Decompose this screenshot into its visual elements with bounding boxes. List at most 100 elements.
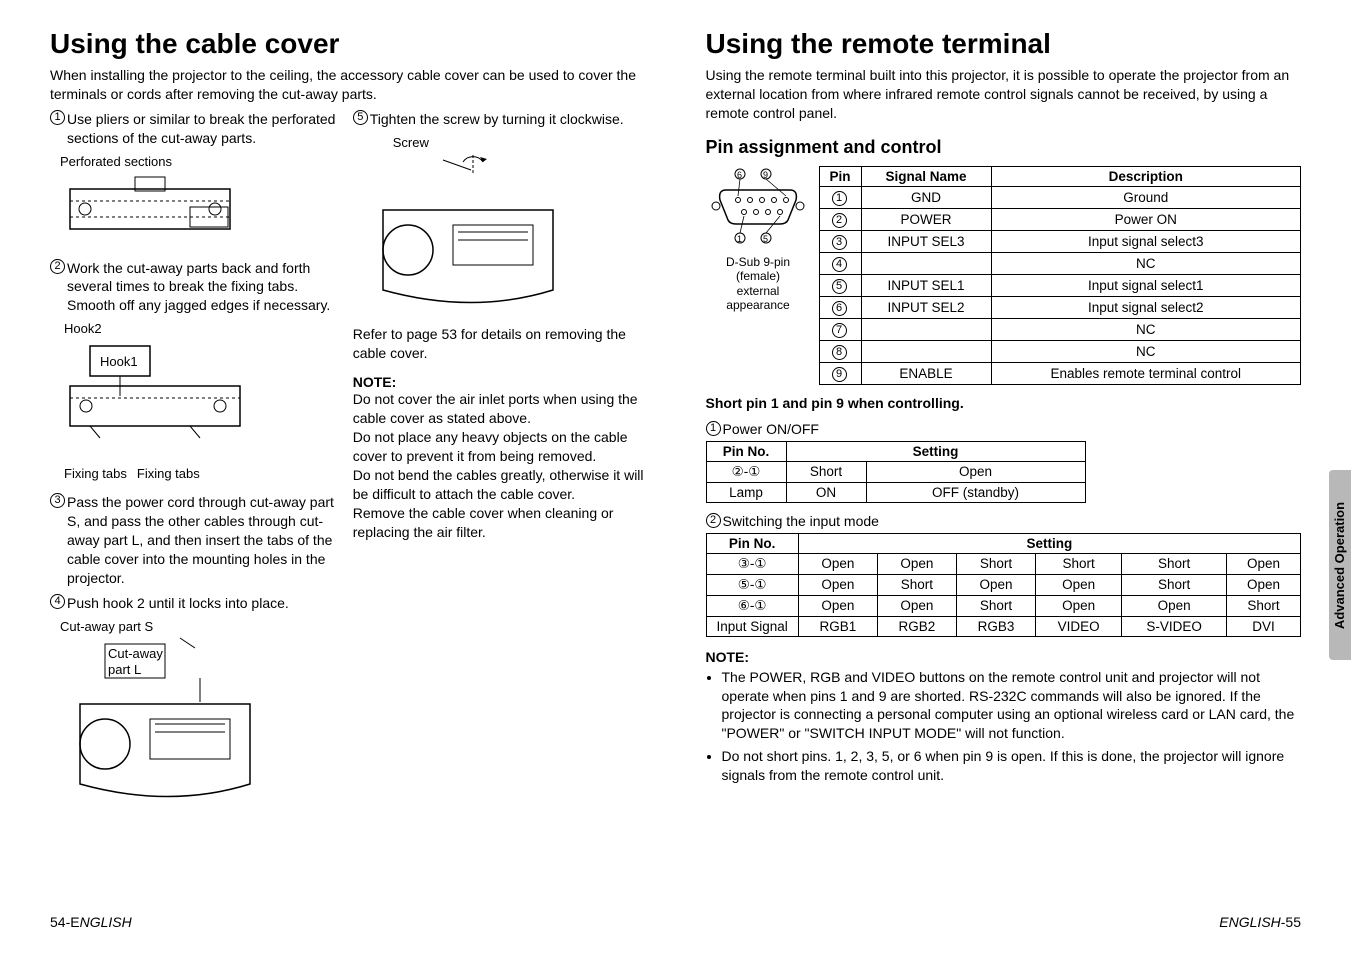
- connector-label1: D-Sub 9-pin (female): [706, 255, 811, 284]
- pw-r1c0: Lamp: [706, 482, 786, 502]
- ref-text: Refer to page 53 for details on removing…: [353, 325, 646, 363]
- figure-projector-bottom: Cut-away part L: [50, 634, 343, 809]
- in-r2c4: Open: [1036, 595, 1122, 616]
- pin-5-name: INPUT SEL1: [861, 274, 991, 296]
- pin-6-icon: 6: [832, 301, 847, 316]
- short-pin-note: Short pin 1 and pin 9 when controlling.: [706, 395, 1302, 411]
- pw-r0c0: ②-①: [706, 461, 786, 482]
- in-r0c0: ③-①: [706, 553, 798, 574]
- sub1-num-icon: 1: [706, 421, 721, 436]
- pin-2-desc: Power ON: [991, 208, 1301, 230]
- in-r1c1: Open: [798, 574, 877, 595]
- right-intro: Using the remote terminal built into thi…: [706, 66, 1302, 123]
- step-3-text: Pass the power cord through cut-away par…: [67, 493, 343, 587]
- footer-left: 54-ENGLISH: [50, 914, 132, 930]
- pin-th-1: Signal Name: [861, 166, 991, 186]
- step-4-text: Push hook 2 until it locks into place.: [67, 594, 343, 613]
- step-2-text: Work the cut-away parts back and forth s…: [67, 259, 343, 316]
- circle-3-icon: 3: [50, 493, 65, 508]
- power-table: Pin No. Setting ②-① Short Open Lamp ON O…: [706, 441, 1086, 503]
- pin-5-icon: 5: [832, 279, 847, 294]
- in-r2c3: Short: [956, 595, 1035, 616]
- pin-5-desc: Input signal select1: [991, 274, 1301, 296]
- in-r2c5: Open: [1122, 595, 1227, 616]
- caption-screw: Screw: [393, 135, 646, 150]
- step-5: 5 Tighten the screw by turning it clockw…: [353, 110, 646, 129]
- svg-text:5: 5: [763, 234, 768, 244]
- circle-5-icon: 5: [353, 110, 368, 125]
- caption-fixingtabs1: Fixing tabs: [64, 466, 127, 481]
- h2-pin: Pin assignment and control: [706, 137, 1302, 158]
- pin-th-2: Description: [991, 166, 1301, 186]
- pin-1-desc: Ground: [991, 186, 1301, 208]
- side-tab-text: Advanced Operation: [1333, 501, 1348, 628]
- in-r1c2: Short: [877, 574, 956, 595]
- left-note-head: NOTE:: [353, 374, 646, 390]
- pin-8-desc: NC: [991, 340, 1301, 362]
- pin-7-name: [861, 318, 991, 340]
- pw-r0c2: Open: [866, 461, 1085, 482]
- svg-text:Hook1: Hook1: [100, 354, 138, 369]
- figure-hooks: Hook1: [50, 336, 343, 466]
- step-3: 3 Pass the power cord through cut-away p…: [50, 493, 343, 587]
- in-r1c4: Open: [1036, 574, 1122, 595]
- in-r3c2: RGB2: [877, 616, 956, 636]
- in-r1c5: Short: [1122, 574, 1227, 595]
- caption-hook2: Hook2: [64, 321, 343, 336]
- caption-cutaway-s: Cut-away part S: [60, 619, 343, 634]
- step-4: 4 Push hook 2 until it locks into place.: [50, 594, 343, 613]
- svg-text:1: 1: [737, 234, 742, 244]
- right-note-head: NOTE:: [706, 649, 1302, 665]
- sub2-label: 2 Switching the input mode: [706, 513, 1302, 529]
- circle-2-icon: 2: [50, 259, 65, 274]
- right-note-bullets: The POWER, RGB and VIDEO buttons on the …: [706, 668, 1302, 785]
- pin-4-icon: 4: [832, 257, 847, 272]
- in-r0c2: Open: [877, 553, 956, 574]
- caption-perforated: Perforated sections: [60, 154, 343, 169]
- sub2-num-icon: 2: [706, 513, 721, 528]
- left-note-2: Do not place any heavy objects on the ca…: [353, 428, 646, 466]
- left-note-1: Do not cover the air inlet ports when us…: [353, 390, 646, 428]
- left-title: Using the cable cover: [50, 28, 646, 60]
- in-r3c1: RGB1: [798, 616, 877, 636]
- pin-9-name: ENABLE: [861, 362, 991, 384]
- pin-7-icon: 7: [832, 323, 847, 338]
- side-tab: Advanced Operation: [1329, 470, 1351, 660]
- caption-fixingtabs2: Fixing tabs: [137, 466, 200, 481]
- in-r3c3: RGB3: [956, 616, 1035, 636]
- left-col1: 1 Use pliers or similar to break the per…: [50, 110, 343, 809]
- sub1-label: 1 Power ON/OFF: [706, 421, 1302, 437]
- pin-6-name: INPUT SEL2: [861, 296, 991, 318]
- left-page: Using the cable cover When installing th…: [50, 28, 646, 809]
- right-bullet-2: Do not short pins. 1, 2, 3, 5, or 6 when…: [722, 747, 1302, 785]
- pin-th-0: Pin: [819, 166, 861, 186]
- in-r0c3: Short: [956, 553, 1035, 574]
- pin-6-desc: Input signal select2: [991, 296, 1301, 318]
- pw-r1c2: OFF (standby): [866, 482, 1085, 502]
- pin-3-icon: 3: [832, 235, 847, 250]
- in-r3c0: Input Signal: [706, 616, 798, 636]
- right-page: Using the remote terminal Using the remo…: [706, 28, 1302, 809]
- in-th-1: Setting: [798, 533, 1300, 553]
- connector-diagram: 6 9 1 5: [706, 166, 811, 313]
- pin-2-icon: 2: [832, 213, 847, 228]
- in-r2c0: ⑥-①: [706, 595, 798, 616]
- in-r1c6: Open: [1226, 574, 1300, 595]
- in-r2c2: Open: [877, 595, 956, 616]
- pin-3-desc: Input signal select3: [991, 230, 1301, 252]
- left-note-4: Remove the cable cover when cleaning or …: [353, 504, 646, 542]
- pin-8-name: [861, 340, 991, 362]
- pin-1-icon: 1: [832, 191, 847, 206]
- pin-8-icon: 8: [832, 345, 847, 360]
- in-r3c6: DVI: [1226, 616, 1300, 636]
- in-r2c6: Short: [1226, 595, 1300, 616]
- footer-right: ENGLISH-55: [1219, 914, 1301, 930]
- pin-7-desc: NC: [991, 318, 1301, 340]
- pw-r1c1: ON: [786, 482, 866, 502]
- in-r1c0: ⑤-①: [706, 574, 798, 595]
- step-1: 1 Use pliers or similar to break the per…: [50, 110, 343, 148]
- pin-9-desc: Enables remote terminal control: [991, 362, 1301, 384]
- in-r0c4: Short: [1036, 553, 1122, 574]
- connector-label2: external appearance: [706, 284, 811, 313]
- step-1-text: Use pliers or similar to break the perfo…: [67, 110, 343, 148]
